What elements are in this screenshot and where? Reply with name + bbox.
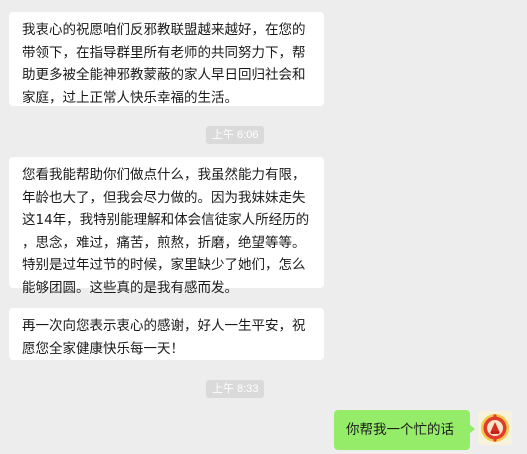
message-line: 再一次向您表示衷心的感谢，好人一生平安，祝	[22, 318, 306, 334]
message-bubble-3[interactable]: 再一次向您表示衷心的感谢，好人一生平安，祝 愿您全家健康快乐每一天！	[9, 308, 324, 360]
message-bubble-2[interactable]: 您看我能帮助你们做点什么，我虽然能力有限， 年龄也大了，但我会尽力做的。因为我妹…	[9, 157, 324, 296]
message-line: 能够团圆。这些真的是我有感而发。	[22, 279, 238, 296]
my-message-bubble[interactable]: 你帮我一个忙的话	[334, 410, 475, 450]
message-line: ，思念，难过，痛苦，煎熬，折磨，绝望等等。	[22, 234, 306, 251]
timestamp-2: 上午 8:33	[206, 380, 265, 398]
message-line: 特别是过年过节的时候，家里缺少了她们，怎么	[22, 257, 306, 273]
message-line: 年龄也大了，但我会尽力做的。因为我妹妹走失	[22, 189, 306, 206]
message-line: 家庭，过上正常人快乐幸福的生活。	[22, 89, 238, 106]
message-line: 带领下，在指导群里所有老师的共同努力下，帮	[22, 44, 306, 61]
timestamp-1: 上午 6:06	[206, 126, 265, 144]
chat-window: 我衷心的祝愿咱们反邪教联盟越来越好，在您的 带领下，在指导群里所有老师的共同努力…	[0, 0, 527, 454]
avatar-emblem-icon	[478, 411, 512, 445]
message-line: 助更多被全能神邪教蒙蔽的家人早日回归社会和	[22, 67, 306, 83]
message-line: 您看我能帮助你们做点什么，我虽然能力有限，	[22, 167, 306, 183]
message-line: 愿您全家健康快乐每一天！	[22, 340, 184, 357]
message-line: 我衷心的祝愿咱们反邪教联盟越来越好，在您的	[22, 22, 306, 38]
message-line: 这14年，我特别能理解和体会信徒家人所经历的	[22, 212, 310, 228]
user-avatar[interactable]	[478, 411, 512, 445]
message-bubble-1[interactable]: 我衷心的祝愿咱们反邪教联盟越来越好，在您的 带领下，在指导群里所有老师的共同努力…	[9, 12, 324, 106]
